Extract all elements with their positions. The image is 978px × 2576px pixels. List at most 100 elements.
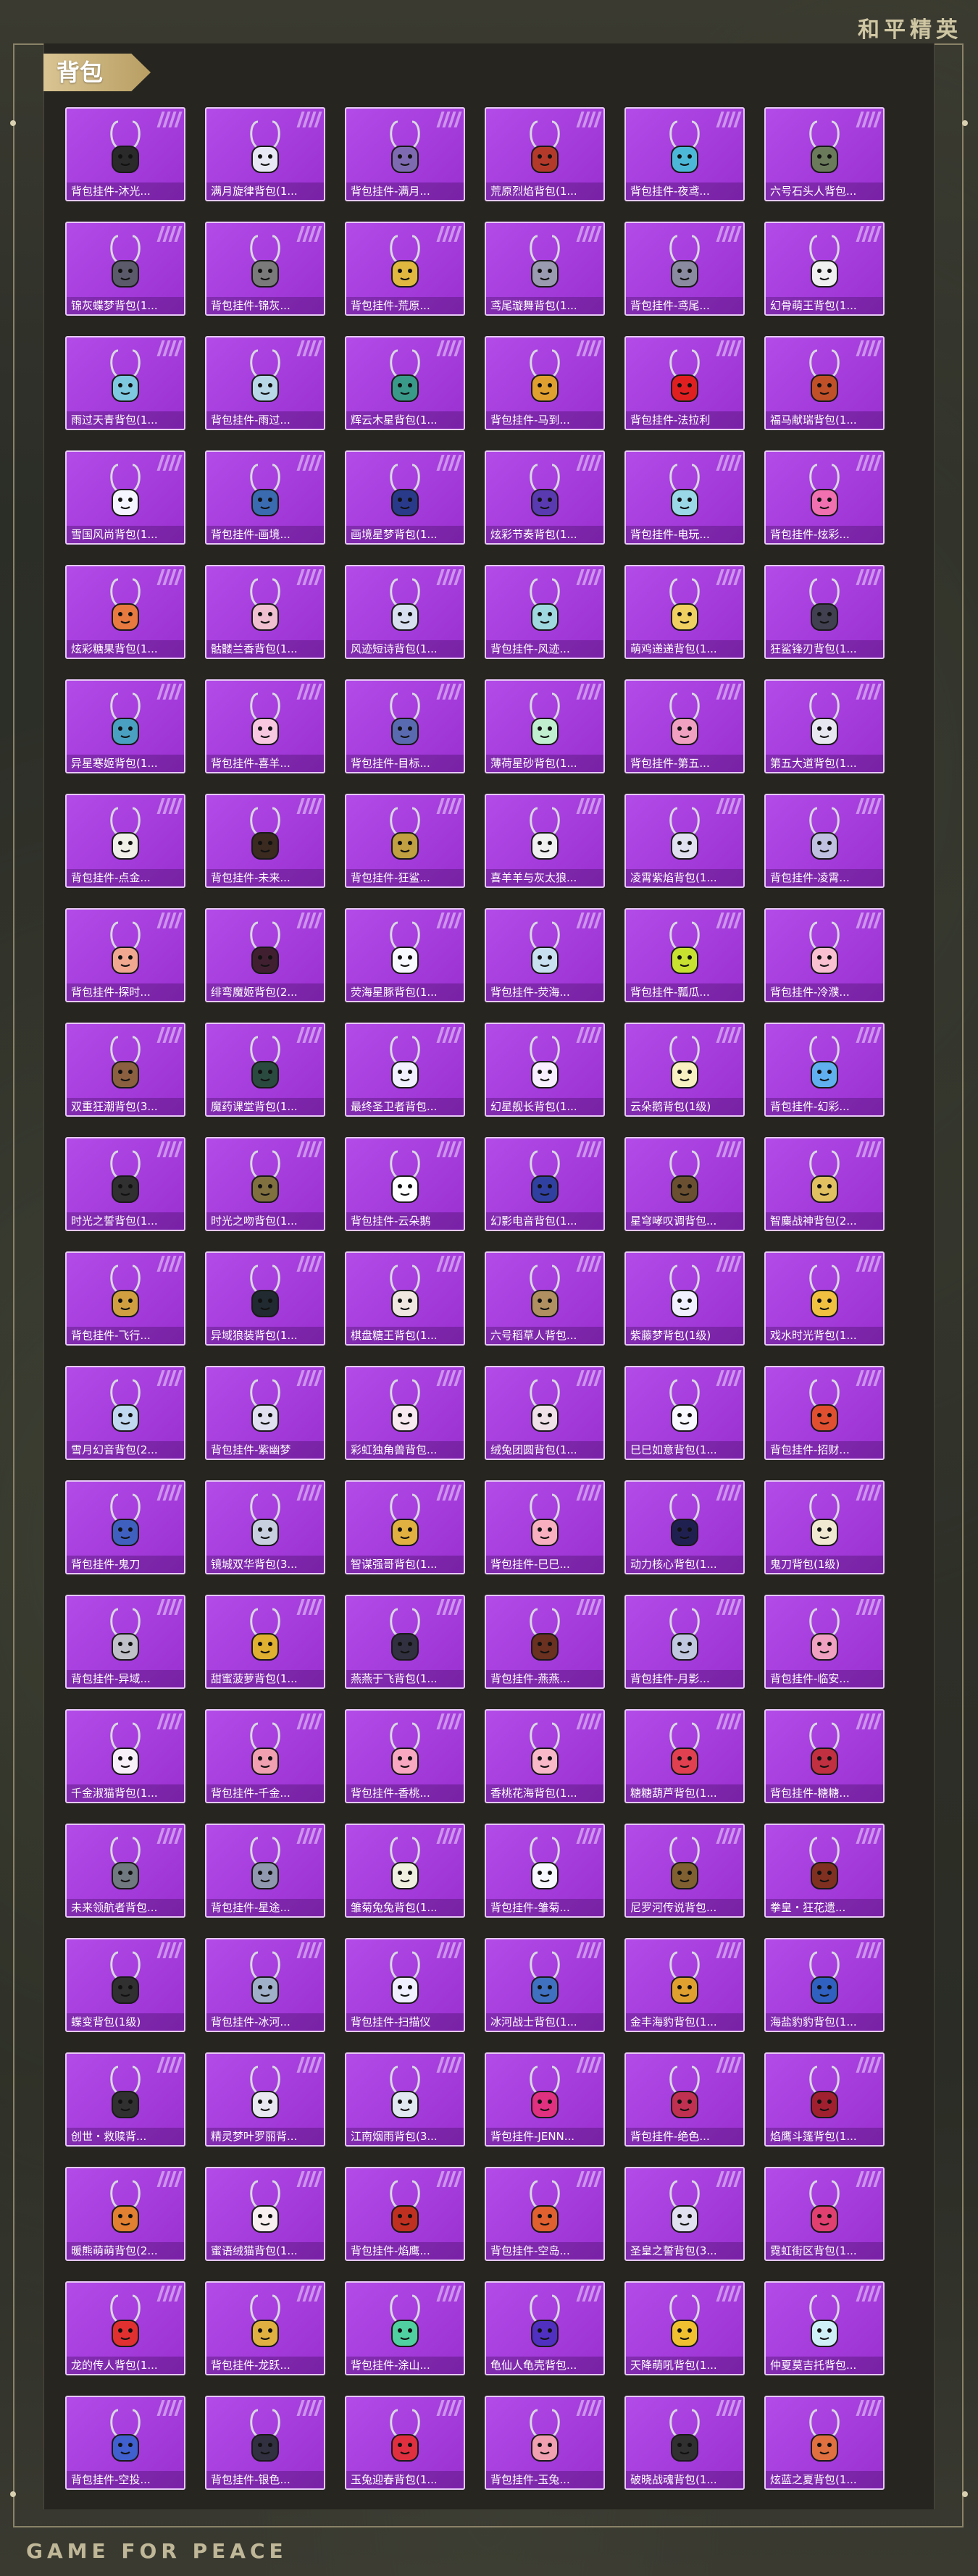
item-card[interactable]: 燕燕于飞背包(1...: [345, 1595, 465, 1689]
item-card[interactable]: 背包挂件-鸢尾...: [624, 222, 745, 316]
item-card[interactable]: 智谋强哥背包(1...: [345, 1480, 465, 1574]
item-card[interactable]: 玉兔迎春背包(1...: [345, 2396, 465, 2490]
item-card[interactable]: 千金淑猫背包(1...: [65, 1709, 185, 1803]
item-card[interactable]: 拳皇・狂花遗...: [764, 1824, 885, 1918]
item-card[interactable]: 时光之誓背包(1...: [65, 1137, 185, 1231]
item-card[interactable]: 动力核心背包(1...: [624, 1480, 745, 1574]
item-card[interactable]: 金丰海豹背包(1...: [624, 1938, 745, 2032]
item-card[interactable]: 画境星梦背包(1...: [345, 450, 465, 545]
item-card[interactable]: 背包挂件-荒原...: [345, 222, 465, 316]
item-card[interactable]: 骷髅兰香背包(1...: [205, 565, 325, 659]
item-card[interactable]: 满月旋律背包(1...: [205, 107, 325, 201]
item-card[interactable]: 背包挂件-玉兔...: [485, 2396, 605, 2490]
item-card[interactable]: 背包挂件-探时...: [65, 908, 185, 1002]
item-card[interactable]: 荒原烈焰背包(1...: [485, 107, 605, 201]
item-card[interactable]: 创世・救赎背...: [65, 2052, 185, 2147]
item-card[interactable]: 福马献瑞背包(1...: [764, 336, 885, 430]
item-card[interactable]: 喜羊羊与灰太狼...: [485, 794, 605, 888]
item-card[interactable]: 雪国风尚背包(1...: [65, 450, 185, 545]
item-card[interactable]: 星穹哮叹调背包...: [624, 1137, 745, 1231]
item-card[interactable]: 鬼刀背包(1级): [764, 1480, 885, 1574]
item-card[interactable]: 炫彩糖果背包(1...: [65, 565, 185, 659]
item-card[interactable]: 背包挂件-未来...: [205, 794, 325, 888]
item-card[interactable]: 背包挂件-临安...: [764, 1595, 885, 1689]
item-card[interactable]: 暖熊萌萌背包(2...: [65, 2167, 185, 2261]
item-card[interactable]: 糖糖葫芦背包(1...: [624, 1709, 745, 1803]
item-card[interactable]: 甜蜜菠萝背包(1...: [205, 1595, 325, 1689]
item-card[interactable]: 炫彩节奏背包(1...: [485, 450, 605, 545]
item-card[interactable]: 背包挂件-幻彩...: [764, 1023, 885, 1117]
item-card[interactable]: 鸢尾璇舞背包(1...: [485, 222, 605, 316]
item-card[interactable]: 背包挂件-点金...: [65, 794, 185, 888]
item-card[interactable]: 背包挂件-银色...: [205, 2396, 325, 2490]
item-card[interactable]: 龙的传人背包(1...: [65, 2281, 185, 2375]
item-card[interactable]: 智麋战神背包(2...: [764, 1137, 885, 1231]
item-card[interactable]: 最终圣卫者背包...: [345, 1023, 465, 1117]
item-card[interactable]: 六号稻草人背包...: [485, 1251, 605, 1346]
item-card[interactable]: 背包挂件-巳巳...: [485, 1480, 605, 1574]
item-card[interactable]: 背包挂件-第五...: [624, 679, 745, 773]
item-card[interactable]: 背包挂件-炫彩...: [764, 450, 885, 545]
item-card[interactable]: 荧海星豚背包(1...: [345, 908, 465, 1002]
item-card[interactable]: 绒兔团圆背包(1...: [485, 1366, 605, 1460]
item-card[interactable]: 背包挂件-雏菊...: [485, 1824, 605, 1918]
item-card[interactable]: 时光之吻背包(1...: [205, 1137, 325, 1231]
item-card[interactable]: 背包挂件-JENN...: [485, 2052, 605, 2147]
item-card[interactable]: 背包挂件-飞行...: [65, 1251, 185, 1346]
item-card[interactable]: 炫蓝之夏背包(1...: [764, 2396, 885, 2490]
item-card[interactable]: 薄荷星砂背包(1...: [485, 679, 605, 773]
item-card[interactable]: 雨过天青背包(1...: [65, 336, 185, 430]
item-card[interactable]: 圣皇之誓背包(3...: [624, 2167, 745, 2261]
item-card[interactable]: 精灵梦叶罗丽背...: [205, 2052, 325, 2147]
item-card[interactable]: 凌霄紫焰背包(1...: [624, 794, 745, 888]
item-card[interactable]: 戏水时光背包(1...: [764, 1251, 885, 1346]
item-card[interactable]: 背包挂件-燕燕...: [485, 1595, 605, 1689]
item-card[interactable]: 背包挂件-香桃...: [345, 1709, 465, 1803]
item-card[interactable]: 背包挂件-冷濮...: [764, 908, 885, 1002]
item-card[interactable]: 仲夏莫吉托背包...: [764, 2281, 885, 2375]
item-card[interactable]: 背包挂件-绝色...: [624, 2052, 745, 2147]
item-card[interactable]: 焰鹰斗篷背包(1...: [764, 2052, 885, 2147]
item-card[interactable]: 背包挂件-锦灰...: [205, 222, 325, 316]
item-card[interactable]: 六号石头人背包...: [764, 107, 885, 201]
item-card[interactable]: 背包挂件-紫幽梦: [205, 1366, 325, 1460]
item-card[interactable]: 蜜语绒猫背包(1...: [205, 2167, 325, 2261]
item-card[interactable]: 背包挂件-龙跃...: [205, 2281, 325, 2375]
item-card[interactable]: 海盐豹豹背包(1...: [764, 1938, 885, 2032]
item-card[interactable]: 未来领航者背包...: [65, 1824, 185, 1918]
item-card[interactable]: 背包挂件-满月...: [345, 107, 465, 201]
item-card[interactable]: 背包挂件-狂鲨...: [345, 794, 465, 888]
item-card[interactable]: 霓虹街区背包(1...: [764, 2167, 885, 2261]
item-card[interactable]: 背包挂件-鬼刀: [65, 1480, 185, 1574]
item-card[interactable]: 棋盘糖王背包(1...: [345, 1251, 465, 1346]
item-card[interactable]: 背包挂件-电玩...: [624, 450, 745, 545]
item-card[interactable]: 背包挂件-瓢瓜...: [624, 908, 745, 1002]
item-card[interactable]: 双重狂潮背包(3...: [65, 1023, 185, 1117]
item-card[interactable]: 云朵鹅背包(1级): [624, 1023, 745, 1117]
item-card[interactable]: 背包挂件-画境...: [205, 450, 325, 545]
item-card[interactable]: 异域狼装背包(1...: [205, 1251, 325, 1346]
item-card[interactable]: 背包挂件-异域...: [65, 1595, 185, 1689]
item-card[interactable]: 绯弯魔姬背包(2...: [205, 908, 325, 1002]
item-card[interactable]: 镜城双华背包(3...: [205, 1480, 325, 1574]
item-card[interactable]: 辉云木星背包(1...: [345, 336, 465, 430]
item-card[interactable]: 背包挂件-涂山...: [345, 2281, 465, 2375]
item-card[interactable]: 风迹短诗背包(1...: [345, 565, 465, 659]
item-card[interactable]: 雏菊兔兔背包(1...: [345, 1824, 465, 1918]
item-card[interactable]: 背包挂件-风迹...: [485, 565, 605, 659]
item-card[interactable]: 背包挂件-喜羊...: [205, 679, 325, 773]
item-card[interactable]: 天降萌吼背包(1...: [624, 2281, 745, 2375]
item-card[interactable]: 锦灰蝶梦背包(1...: [65, 222, 185, 316]
item-card[interactable]: 狂鲨锋刃背包(1...: [764, 565, 885, 659]
item-card[interactable]: 背包挂件-招财...: [764, 1366, 885, 1460]
item-card[interactable]: 背包挂件-云朵鹅: [345, 1137, 465, 1231]
item-card[interactable]: 尼罗河传说背包...: [624, 1824, 745, 1918]
item-card[interactable]: 雪月幻音背包(2...: [65, 1366, 185, 1460]
item-card[interactable]: 背包挂件-夜鸢...: [624, 107, 745, 201]
item-card[interactable]: 背包挂件-月影...: [624, 1595, 745, 1689]
item-card[interactable]: 背包挂件-焰鹰...: [345, 2167, 465, 2261]
item-card[interactable]: 彩虹独角兽背包...: [345, 1366, 465, 1460]
item-card[interactable]: 龟仙人龟壳背包...: [485, 2281, 605, 2375]
item-card[interactable]: 巳巳如意背包(1...: [624, 1366, 745, 1460]
item-card[interactable]: 背包挂件-马到...: [485, 336, 605, 430]
